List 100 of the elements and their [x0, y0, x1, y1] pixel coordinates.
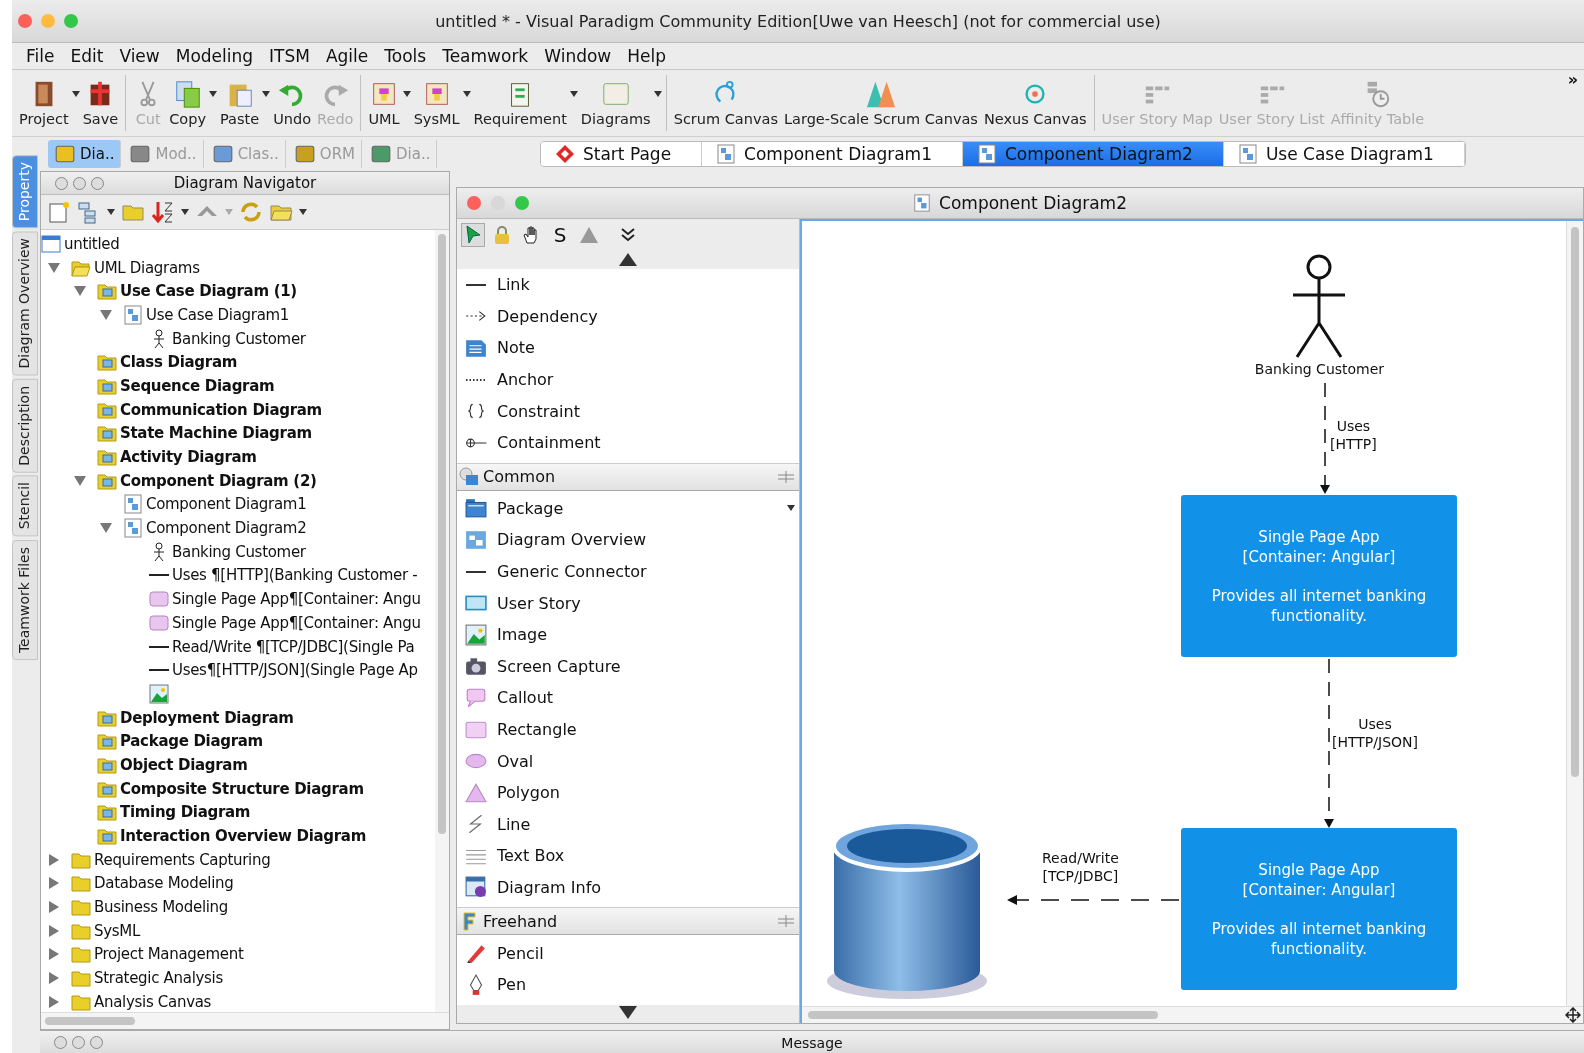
- collapse-arrow[interactable]: [99, 308, 113, 321]
- toolbar-button[interactable]: Diagrams: [577, 79, 654, 127]
- grip-icon[interactable]: [777, 469, 795, 484]
- tree-item[interactable]: Timing Diagram: [120, 803, 251, 822]
- expand-arrow[interactable]: [47, 853, 61, 866]
- menu-item[interactable]: Edit: [62, 46, 112, 66]
- palette-item[interactable]: Generic Connector: [457, 555, 799, 588]
- tree-item[interactable]: Use Case Diagram (1): [120, 282, 297, 301]
- toolbar-button[interactable]: Scrum Canvas: [670, 79, 781, 127]
- tree-item[interactable]: Project Management: [94, 945, 244, 964]
- palette-section[interactable]: Freehand: [457, 907, 799, 936]
- menu-item[interactable]: Window: [536, 46, 620, 66]
- toolbar-button[interactable]: Project: [16, 79, 72, 127]
- tree-item[interactable]: Interaction Overview Diagram: [120, 827, 366, 846]
- dashed-arrow[interactable]: [1324, 658, 1334, 828]
- tree-item[interactable]: Single Page App¶[Container: Angu: [172, 590, 421, 609]
- tree-item[interactable]: Sequence Diagram: [120, 376, 275, 395]
- menu-item[interactable]: Modeling: [167, 46, 262, 66]
- palette-item[interactable]: User Story: [457, 587, 799, 619]
- toolbar-button[interactable]: Save: [79, 79, 122, 127]
- tree-item[interactable]: Business Modeling: [94, 898, 229, 917]
- palette-item[interactable]: Diagram Overview: [457, 524, 799, 556]
- palette-item[interactable]: Anchor: [457, 363, 799, 396]
- caret-icon[interactable]: [299, 209, 307, 215]
- caret-icon[interactable]: [181, 209, 189, 215]
- minimize-button[interactable]: [72, 1035, 85, 1049]
- minimize-button[interactable]: [73, 176, 86, 190]
- tree-item[interactable]: Single Page App¶[Container: Angu: [172, 613, 421, 632]
- collapse-arrow[interactable]: [99, 522, 113, 535]
- text-tool[interactable]: S: [548, 223, 572, 247]
- palette-item[interactable]: Callout: [457, 682, 799, 714]
- new-page-icon[interactable]: [47, 200, 71, 224]
- tree-item[interactable]: Use Case Diagram1: [146, 305, 290, 324]
- dashed-arrow[interactable]: [1320, 382, 1330, 494]
- tree-item[interactable]: untitled: [64, 234, 120, 253]
- toolbar-button[interactable]: Copy: [166, 79, 209, 127]
- toolbar-button[interactable]: Requirement: [470, 79, 570, 127]
- caret-icon[interactable]: [569, 91, 578, 97]
- palette-item[interactable]: Image: [457, 618, 799, 651]
- caret-icon[interactable]: [209, 91, 217, 97]
- scroll-up-arrow[interactable]: [617, 251, 639, 267]
- caret-icon[interactable]: [262, 91, 271, 97]
- scrollbar-thumb[interactable]: [1571, 227, 1579, 777]
- palette-item[interactable]: Package: [457, 492, 799, 525]
- palette-item[interactable]: Oval: [457, 745, 799, 777]
- zoom-button[interactable]: [90, 1035, 103, 1049]
- palette-item[interactable]: Screen Capture: [457, 650, 799, 683]
- toolbar-button[interactable]: Large-Scale Scrum Canvas: [780, 79, 981, 127]
- palette-item[interactable]: Polygon: [457, 776, 799, 809]
- zoom-button[interactable]: [91, 176, 104, 190]
- collapse-arrow[interactable]: [73, 474, 87, 487]
- palette-item[interactable]: Rectangle: [457, 713, 799, 746]
- tree-item[interactable]: Analysis Canvas: [94, 992, 212, 1011]
- move-icon[interactable]: [1565, 1007, 1581, 1023]
- menu-item[interactable]: Help: [619, 46, 674, 66]
- palette-section[interactable]: Common: [457, 462, 799, 491]
- toolbar-button[interactable]: Undo: [270, 79, 315, 127]
- expand-arrow[interactable]: [47, 972, 61, 985]
- expand-arrow[interactable]: [47, 995, 61, 1008]
- tree-item[interactable]: Banking Customer: [172, 329, 306, 348]
- menu-item[interactable]: Teamwork: [434, 46, 537, 66]
- tree-item[interactable]: Database Modeling: [94, 874, 234, 893]
- menu-item[interactable]: Agile: [317, 46, 377, 66]
- tool-button[interactable]: [461, 223, 485, 247]
- menu-item[interactable]: ITSM: [261, 46, 318, 66]
- side-tab[interactable]: Teamwork Files: [12, 539, 38, 660]
- tree-item[interactable]: Requirements Capturing: [94, 850, 271, 869]
- palette-item[interactable]: Note: [457, 332, 799, 364]
- caret-icon[interactable]: [71, 91, 80, 97]
- side-tab[interactable]: Stencil: [12, 475, 38, 537]
- menu-item[interactable]: View: [111, 46, 168, 66]
- tree-item[interactable]: Strategic Analysis: [94, 969, 223, 988]
- scrollbar-thumb[interactable]: [808, 1011, 1158, 1019]
- tree-item[interactable]: Uses¶[HTTP/JSON](Single Page Ap: [172, 661, 418, 680]
- toolbar-button[interactable]: SysML: [410, 79, 463, 127]
- close-button[interactable]: [55, 176, 68, 190]
- overflow-chevron[interactable]: »: [1567, 70, 1578, 89]
- menu-item[interactable]: Tools: [376, 46, 435, 66]
- palette-item[interactable]: Link: [457, 269, 799, 301]
- palette-item[interactable]: Dependency: [457, 300, 799, 333]
- close-button[interactable]: [467, 196, 481, 210]
- scroll-down-arrow[interactable]: [617, 1005, 639, 1021]
- caret-icon[interactable]: [107, 209, 115, 215]
- expand-arrow[interactable]: [47, 901, 61, 914]
- side-tab[interactable]: Description: [12, 378, 38, 473]
- tree-item[interactable]: Object Diagram: [120, 755, 248, 774]
- collapse-arrow[interactable]: [73, 285, 87, 298]
- toolbar-button[interactable]: UML: [365, 79, 403, 127]
- sort-icon[interactable]: [151, 200, 175, 224]
- tree-item[interactable]: Component Diagram1: [146, 495, 307, 514]
- tree-item[interactable]: SysML: [94, 921, 140, 940]
- caret-icon[interactable]: [653, 91, 662, 97]
- tree-item[interactable]: UML Diagrams: [94, 258, 200, 277]
- dashed-arrow[interactable]: [1007, 895, 1180, 905]
- palette-item[interactable]: Pencil: [457, 937, 799, 969]
- collapse-arrow[interactable]: [47, 261, 61, 274]
- tree-item[interactable]: Uses ¶[HTTP](Banking Customer -: [172, 566, 418, 585]
- close-button[interactable]: [18, 14, 32, 28]
- expand-arrow[interactable]: [47, 924, 61, 937]
- tree-item[interactable]: Composite Structure Diagram: [120, 779, 364, 798]
